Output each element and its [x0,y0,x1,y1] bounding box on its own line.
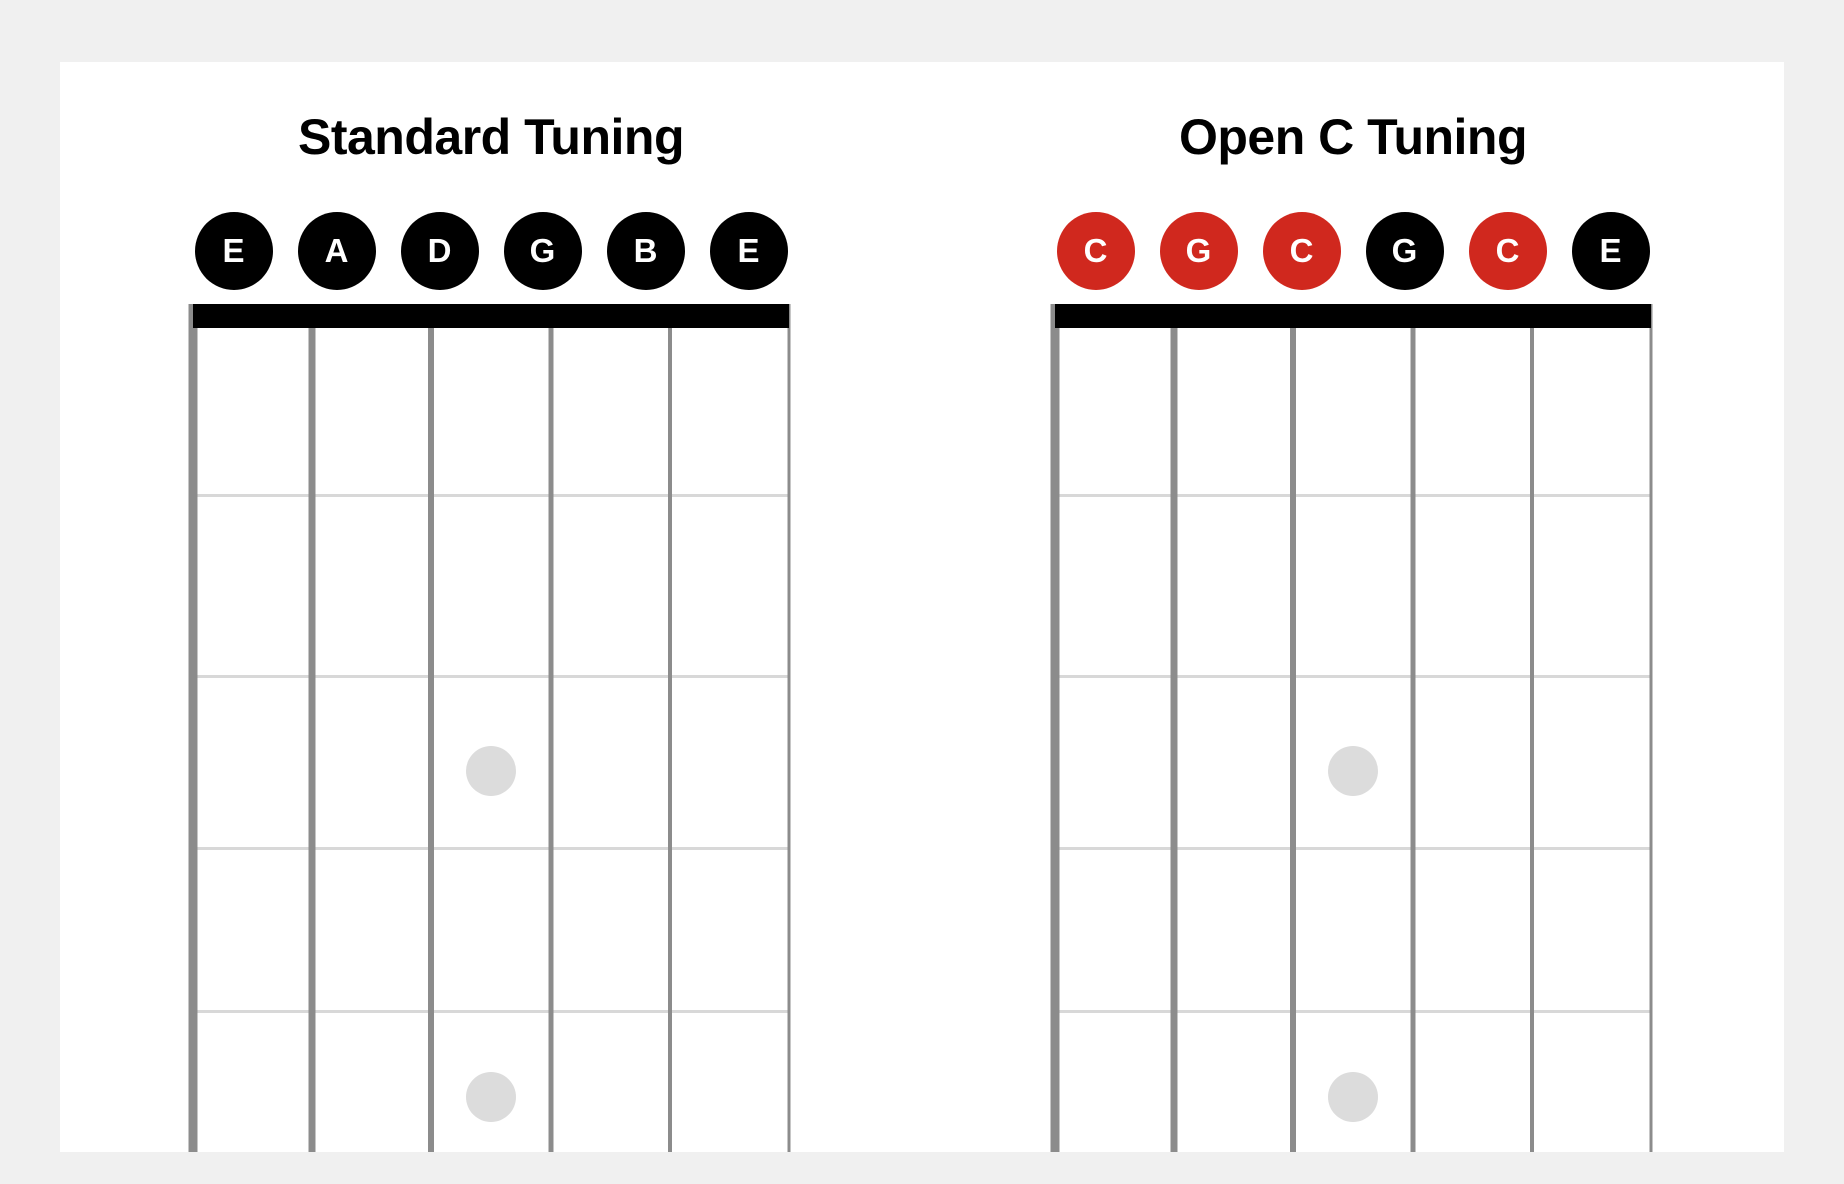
string-note-circle: D [401,212,479,290]
string-note-circle: G [504,212,582,290]
panel-standard-tuning: Standard Tuning E A D G B E [60,62,922,1152]
fretboard-inlay-dot [1328,746,1378,796]
string-note-circle: E [195,212,273,290]
string-note-circle: B [607,212,685,290]
string-lines [1055,304,1651,1152]
panels-row: Standard Tuning E A D G B E [60,62,1784,1152]
string-note-circle: C [1263,212,1341,290]
fretboard-inlay-dot [1328,1072,1378,1122]
string-note-circle: G [1366,212,1444,290]
fretboard [193,304,789,1152]
string-note-circle: C [1057,212,1135,290]
panel-title: Open C Tuning [1179,108,1527,166]
fretboard-nut [1055,304,1651,328]
fretboard-inlay-dot [466,746,516,796]
fretboard-inlay-dot [466,1072,516,1122]
string-lines [193,304,789,1152]
panel-open-c-tuning: Open C Tuning C G C G C E [922,62,1784,1152]
notes-row: C G C G C E [1057,212,1650,290]
fretboard [1055,304,1651,1152]
string-note-circle: A [298,212,376,290]
string-note-circle: G [1160,212,1238,290]
string-note-circle: E [710,212,788,290]
string-note-circle: E [1572,212,1650,290]
fretboard-nut [193,304,789,328]
string-note-circle: C [1469,212,1547,290]
diagram-card: Standard Tuning E A D G B E [60,62,1784,1152]
panel-title: Standard Tuning [298,108,684,166]
notes-row: E A D G B E [195,212,788,290]
